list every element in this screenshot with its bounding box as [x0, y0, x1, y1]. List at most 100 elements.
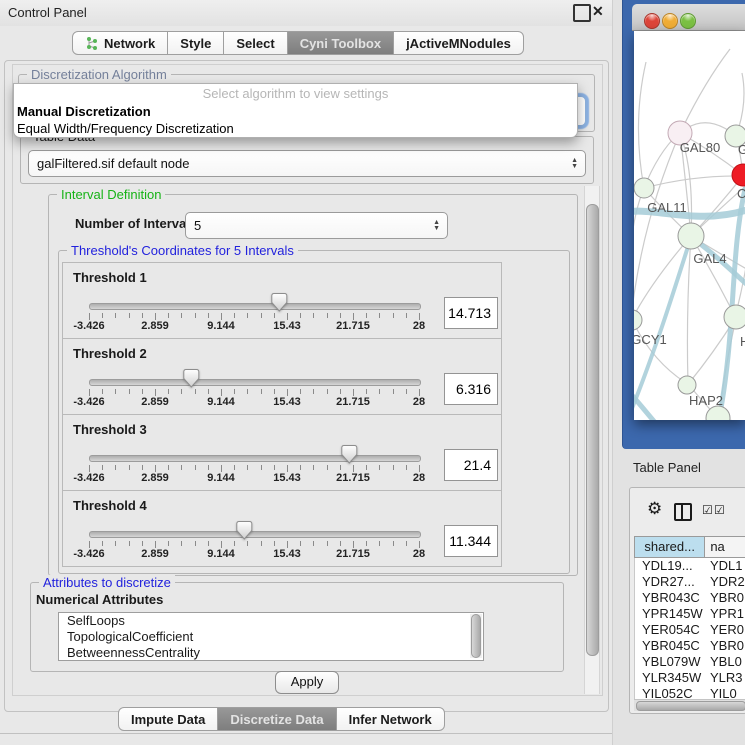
select-columns-icon[interactable]: ☑ — [702, 503, 713, 517]
slider-thumb[interactable] — [271, 293, 288, 312]
tab-impute-data[interactable]: Impute Data — [118, 707, 218, 731]
table-cell[interactable]: YBR0 — [710, 638, 745, 654]
column-header-name[interactable]: na — [705, 536, 745, 558]
tab-jactivemnodules[interactable]: jActiveMNodules — [393, 31, 524, 55]
settings-vertical-scrollbar[interactable] — [584, 186, 600, 694]
table-cell[interactable]: YER054C — [635, 622, 710, 638]
tick-mark — [247, 541, 248, 546]
table-row[interactable]: YDR27...YDR2 — [635, 574, 745, 590]
network-node[interactable] — [678, 223, 704, 249]
column-header-shared-name[interactable]: shared... — [634, 536, 705, 558]
dropdown-option-equal-width-frequency[interactable]: Equal Width/Frequency Discretization — [16, 120, 573, 137]
tick-mark — [379, 541, 380, 546]
table-cell[interactable]: YER0 — [710, 622, 745, 638]
dropdown-option-manual-discretization[interactable]: Manual Discretization — [16, 103, 573, 120]
split-columns-icon[interactable] — [674, 503, 692, 521]
tab-discretize-data[interactable]: Discretize Data — [217, 707, 336, 731]
table-cell[interactable]: YDR27... — [635, 574, 710, 590]
tick-mark — [181, 541, 182, 546]
tab-network[interactable]: Network — [72, 31, 168, 55]
zoom-traffic-light[interactable] — [680, 13, 696, 29]
table-cell[interactable]: YBR0 — [710, 590, 745, 606]
network-canvas[interactable]: GAL80GCGAL11GAL4GCY1HHAP2 — [634, 31, 745, 420]
network-node[interactable] — [634, 178, 654, 198]
tick-mark — [313, 313, 314, 318]
tick-mark — [102, 541, 103, 546]
tick-mark — [142, 465, 143, 470]
threshold-value-field[interactable] — [444, 525, 498, 557]
table-cell[interactable]: YIL0 — [710, 686, 745, 699]
list-scrollbar[interactable] — [470, 614, 482, 658]
dropdown-hint[interactable]: Select algorithm to view settings — [14, 86, 577, 101]
gear-icon[interactable]: ⚙ — [647, 499, 662, 519]
slider-track[interactable] — [89, 531, 421, 538]
minimize-traffic-light[interactable] — [662, 13, 678, 29]
table-cell[interactable]: YLR3 — [710, 670, 745, 686]
attribute-item[interactable]: TopologicalCoefficient — [59, 629, 483, 645]
tick-mark — [142, 313, 143, 318]
table-row[interactable]: YBR043CYBR0 — [635, 590, 745, 606]
tab-cyni-toolbox[interactable]: Cyni Toolbox — [287, 31, 394, 55]
slider-track[interactable] — [89, 303, 421, 310]
table-cell[interactable]: YBR045C — [635, 638, 710, 654]
table-cell[interactable]: YBL079W — [635, 654, 710, 670]
tick-mark — [261, 389, 262, 394]
table-data-combobox[interactable]: galFiltered.sif default node ▲▼ — [28, 150, 586, 177]
table-cell[interactable]: YDR2 — [710, 574, 745, 590]
tick-mark — [181, 313, 182, 318]
tick-mark — [327, 313, 328, 318]
table-row[interactable]: YIL052CYIL0 — [635, 686, 745, 699]
threshold-value-field[interactable] — [444, 449, 498, 481]
close-button[interactable]: ✕ — [592, 3, 604, 20]
slider-track[interactable] — [89, 455, 421, 462]
table-horizontal-scrollbar[interactable] — [634, 699, 745, 711]
slider-thumb[interactable] — [183, 369, 200, 388]
threshold-value-field[interactable] — [444, 297, 498, 329]
tick-mark — [313, 465, 314, 470]
close-traffic-light[interactable] — [644, 13, 660, 29]
table-cell[interactable]: YDL19... — [635, 558, 710, 574]
table-row[interactable]: YBL079WYBL0 — [635, 654, 745, 670]
table-cell[interactable]: YPR1 — [710, 606, 745, 622]
tab-infer-network[interactable]: Infer Network — [336, 707, 445, 731]
table-row[interactable]: YBR045CYBR0 — [635, 638, 745, 654]
attribute-item[interactable]: BetweennessCentrality — [59, 645, 483, 661]
number-of-intervals-combobox[interactable]: 5 ▲▼ — [185, 212, 448, 239]
table-row[interactable]: YPR145WYPR1 — [635, 606, 745, 622]
tick-mark — [195, 313, 196, 318]
table-row[interactable]: YDL19...YDL1 — [635, 558, 745, 574]
network-node[interactable] — [732, 164, 745, 186]
table-cell[interactable]: YLR345W — [635, 670, 710, 686]
scale-label: 15.43 — [273, 396, 301, 408]
attribute-item[interactable]: SelfLoops — [59, 613, 483, 629]
table-row[interactable]: YER054CYER0 — [635, 622, 745, 638]
slider-track[interactable] — [89, 379, 421, 386]
table-cell[interactable]: YBL0 — [710, 654, 745, 670]
scrollbar-thumb[interactable] — [586, 204, 599, 656]
network-node[interactable] — [724, 305, 745, 329]
tab-select[interactable]: Select — [223, 31, 287, 55]
scrollbar-thumb[interactable] — [636, 701, 745, 711]
tick-mark — [287, 313, 288, 320]
scrollbar-thumb[interactable] — [471, 614, 481, 658]
network-window-titlebar[interactable] — [632, 4, 745, 31]
table-cell[interactable]: YBR043C — [635, 590, 710, 606]
table-cell[interactable]: YPR145W — [635, 606, 710, 622]
slider-thumb[interactable] — [236, 521, 253, 540]
tick-mark — [129, 465, 130, 470]
table-row[interactable]: YLR345WYLR3 — [635, 670, 745, 686]
apply-button[interactable]: Apply — [275, 671, 339, 694]
tick-mark — [406, 313, 407, 318]
table-cell[interactable]: YIL052C — [635, 686, 710, 699]
slider-thumb[interactable] — [341, 445, 358, 464]
network-node[interactable] — [678, 376, 696, 394]
table-cell[interactable]: YDL1 — [710, 558, 745, 574]
threshold-value-field[interactable] — [444, 373, 498, 405]
tab-style[interactable]: Style — [167, 31, 224, 55]
select-all-columns-icon[interactable]: ☑ — [714, 503, 725, 517]
table-header-row: shared... na — [634, 536, 745, 558]
numerical-attributes-list[interactable]: SelfLoopsTopologicalCoefficientBetweenne… — [58, 612, 484, 661]
float-window-button[interactable] — [573, 4, 591, 22]
network-node[interactable] — [634, 310, 642, 330]
tick-mark — [419, 313, 420, 320]
